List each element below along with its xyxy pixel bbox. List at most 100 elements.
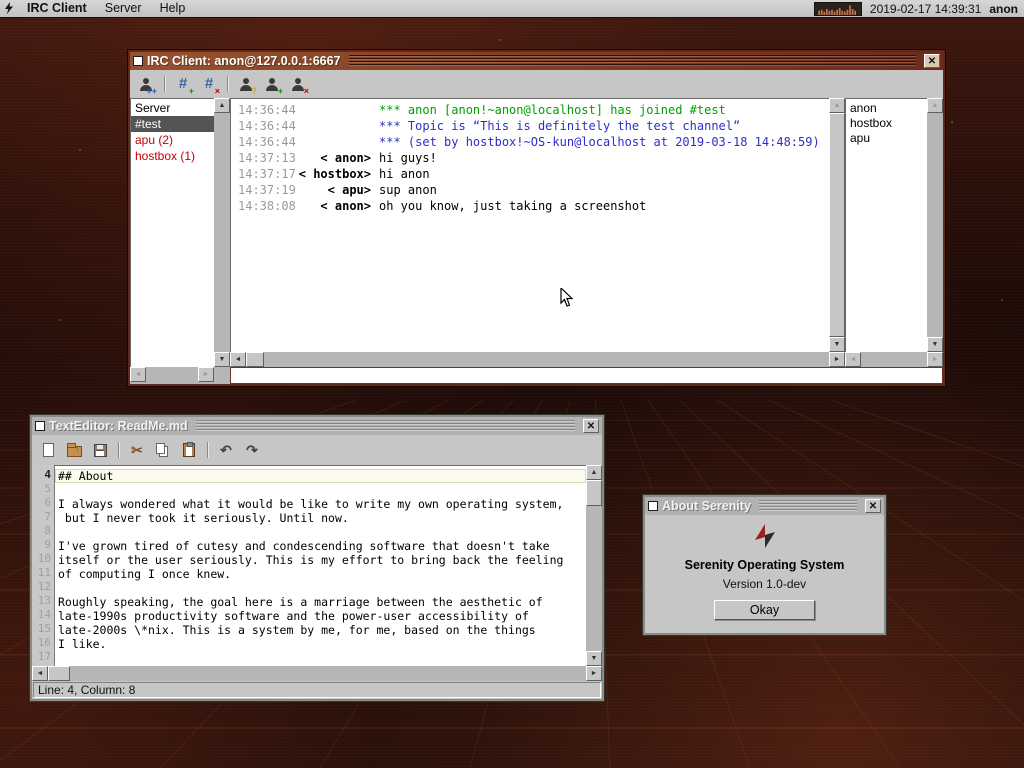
- texteditor-titlebar[interactable]: TextEditor: ReadMe.md ✕: [32, 417, 602, 435]
- scroll-left-icon[interactable]: ◄: [230, 352, 246, 367]
- undo-icon[interactable]: ↶: [214, 439, 238, 461]
- product-version: Version 1.0-dev: [723, 577, 806, 591]
- scroll-up-icon[interactable]: ▲: [586, 465, 602, 480]
- editor-vscrollbar[interactable]: ▲ ▼: [586, 465, 602, 666]
- message-timestamp: 14:36:44: [231, 134, 295, 150]
- scroll-down-icon[interactable]: ▼: [586, 651, 602, 666]
- scroll-right-icon[interactable]: ►: [927, 352, 943, 367]
- menu-app[interactable]: IRC Client: [18, 0, 96, 18]
- scroll-left-icon[interactable]: ◄: [845, 352, 861, 367]
- member-list[interactable]: anonhostboxapu: [845, 98, 927, 352]
- scrollbar-thumb[interactable]: [246, 352, 264, 367]
- scroll-left-icon[interactable]: ◄: [130, 367, 146, 382]
- person-glyph: [266, 78, 279, 91]
- line-text: itself or the user seriously. This is my…: [55, 553, 586, 567]
- scrollbar-track[interactable]: [146, 367, 198, 382]
- scroll-up-icon[interactable]: ▲: [829, 98, 845, 113]
- channel-item[interactable]: #test: [131, 116, 214, 132]
- close-icon[interactable]: ✕: [583, 419, 599, 433]
- cursor-position-status: Line: 4, Column: 8: [33, 682, 601, 698]
- toolbar-separator: [118, 442, 119, 458]
- scroll-down-icon[interactable]: ▼: [927, 337, 943, 352]
- menu-server[interactable]: Server: [96, 0, 151, 18]
- scrollbar-track[interactable]: [214, 113, 230, 352]
- member-list-scrollbar[interactable]: ▲ ▼: [927, 98, 943, 352]
- redo-icon[interactable]: ↷: [240, 439, 264, 461]
- line-number: 14: [32, 608, 54, 622]
- save-icon[interactable]: [88, 439, 112, 461]
- chat-hscrollbar[interactable]: ◄ ►: [230, 352, 845, 367]
- channel-item[interactable]: apu (2): [131, 132, 214, 148]
- part-channel-icon[interactable]: #×: [197, 73, 221, 95]
- editor-line: itself or the user seriously. This is my…: [55, 553, 586, 567]
- current-user: anon: [989, 2, 1018, 16]
- chat-log[interactable]: 14:36:44*** anon [anon!~anon@localhost] …: [230, 98, 829, 352]
- editor-line: late-1990s productivity software and the…: [55, 609, 586, 623]
- new-file-icon[interactable]: [36, 439, 60, 461]
- message-timestamp: 14:38:08: [231, 198, 295, 214]
- scroll-right-icon[interactable]: ►: [198, 367, 214, 382]
- close-icon[interactable]: ✕: [865, 499, 881, 513]
- redo-icon: ↷: [246, 443, 258, 457]
- scrollbar-track[interactable]: [861, 352, 927, 367]
- menu-bar: IRC Client Server Help 2019-02-17 14:39:…: [0, 0, 1024, 18]
- line-number: 7: [32, 510, 54, 524]
- member-hscrollbar[interactable]: ◄ ►: [845, 352, 943, 367]
- whois-icon[interactable]: ?: [234, 73, 258, 95]
- chat-message: 14:36:44*** (set by hostbox!~OS-kun@loca…: [231, 134, 829, 150]
- scroll-up-icon[interactable]: ▲: [214, 98, 230, 113]
- close-icon[interactable]: ✕: [924, 54, 940, 68]
- scrollbar-thumb[interactable]: [586, 480, 602, 506]
- member-item[interactable]: apu: [846, 131, 927, 146]
- texteditor-toolbar: ✂ ↶ ↷: [32, 435, 602, 465]
- cut-icon: ✂: [131, 443, 143, 457]
- okay-button[interactable]: Okay: [714, 600, 815, 620]
- scrollbar-track[interactable]: [586, 506, 602, 651]
- window-icon: [648, 501, 658, 511]
- open-file-icon[interactable]: [62, 439, 86, 461]
- scroll-down-icon[interactable]: ▼: [214, 352, 230, 367]
- menu-help[interactable]: Help: [151, 0, 195, 18]
- irc-titlebar[interactable]: IRC Client: anon@127.0.0.1:6667 ✕: [130, 52, 943, 70]
- scroll-right-icon[interactable]: ►: [586, 666, 602, 681]
- undo-icon: ↶: [220, 443, 232, 457]
- editor-hscrollbar[interactable]: ◄ ►: [32, 666, 602, 681]
- system-lightning-icon[interactable]: [0, 2, 18, 15]
- badge: ×: [215, 87, 220, 96]
- connect-icon[interactable]: ++: [134, 73, 158, 95]
- cut-icon[interactable]: ✂: [125, 439, 149, 461]
- about-titlebar[interactable]: About Serenity ✕: [645, 497, 884, 515]
- line-text: late-2000s \*nix. This is a system by me…: [55, 623, 586, 637]
- text-content[interactable]: ## AboutI always wondered what it would …: [55, 465, 586, 666]
- scrollbar-track[interactable]: [927, 113, 943, 337]
- close-query-icon[interactable]: ×: [286, 73, 310, 95]
- join-channel-icon[interactable]: #+: [171, 73, 195, 95]
- message-timestamp: 14:36:44: [231, 102, 295, 118]
- paste-icon[interactable]: [177, 439, 201, 461]
- channel-list-scrollbar[interactable]: ▲ ▼: [214, 98, 230, 367]
- line-text: [55, 525, 586, 539]
- scroll-down-icon[interactable]: ▼: [829, 337, 845, 352]
- message-nick: < apu>: [295, 182, 371, 198]
- scroll-up-icon[interactable]: ▲: [927, 98, 943, 113]
- copy-icon[interactable]: [151, 439, 175, 461]
- chat-scrollbar[interactable]: ▲ ▼: [829, 98, 845, 352]
- member-item[interactable]: hostbox: [846, 116, 927, 131]
- channel-list[interactable]: Server#testapu (2)hostbox (1): [130, 98, 214, 367]
- scroll-right-icon[interactable]: ►: [829, 352, 845, 367]
- scrollbar-thumb[interactable]: [829, 113, 845, 337]
- scrollbar-track[interactable]: [264, 352, 829, 367]
- open-query-icon[interactable]: +: [260, 73, 284, 95]
- line-text: of computing I once knew.: [55, 567, 586, 581]
- titlebar-stripes: [349, 55, 916, 67]
- badge: ×: [304, 87, 309, 96]
- channel-item[interactable]: Server: [131, 100, 214, 116]
- message-input[interactable]: [231, 368, 942, 383]
- channel-hscrollbar[interactable]: ◄ ►: [130, 367, 214, 382]
- scrollbar-track[interactable]: [70, 666, 586, 681]
- member-item[interactable]: anon: [846, 101, 927, 116]
- channel-item[interactable]: hostbox (1): [131, 148, 214, 164]
- scrollbar-thumb[interactable]: [48, 666, 70, 681]
- message-nick: < anon>: [295, 198, 371, 214]
- scroll-left-icon[interactable]: ◄: [32, 666, 48, 681]
